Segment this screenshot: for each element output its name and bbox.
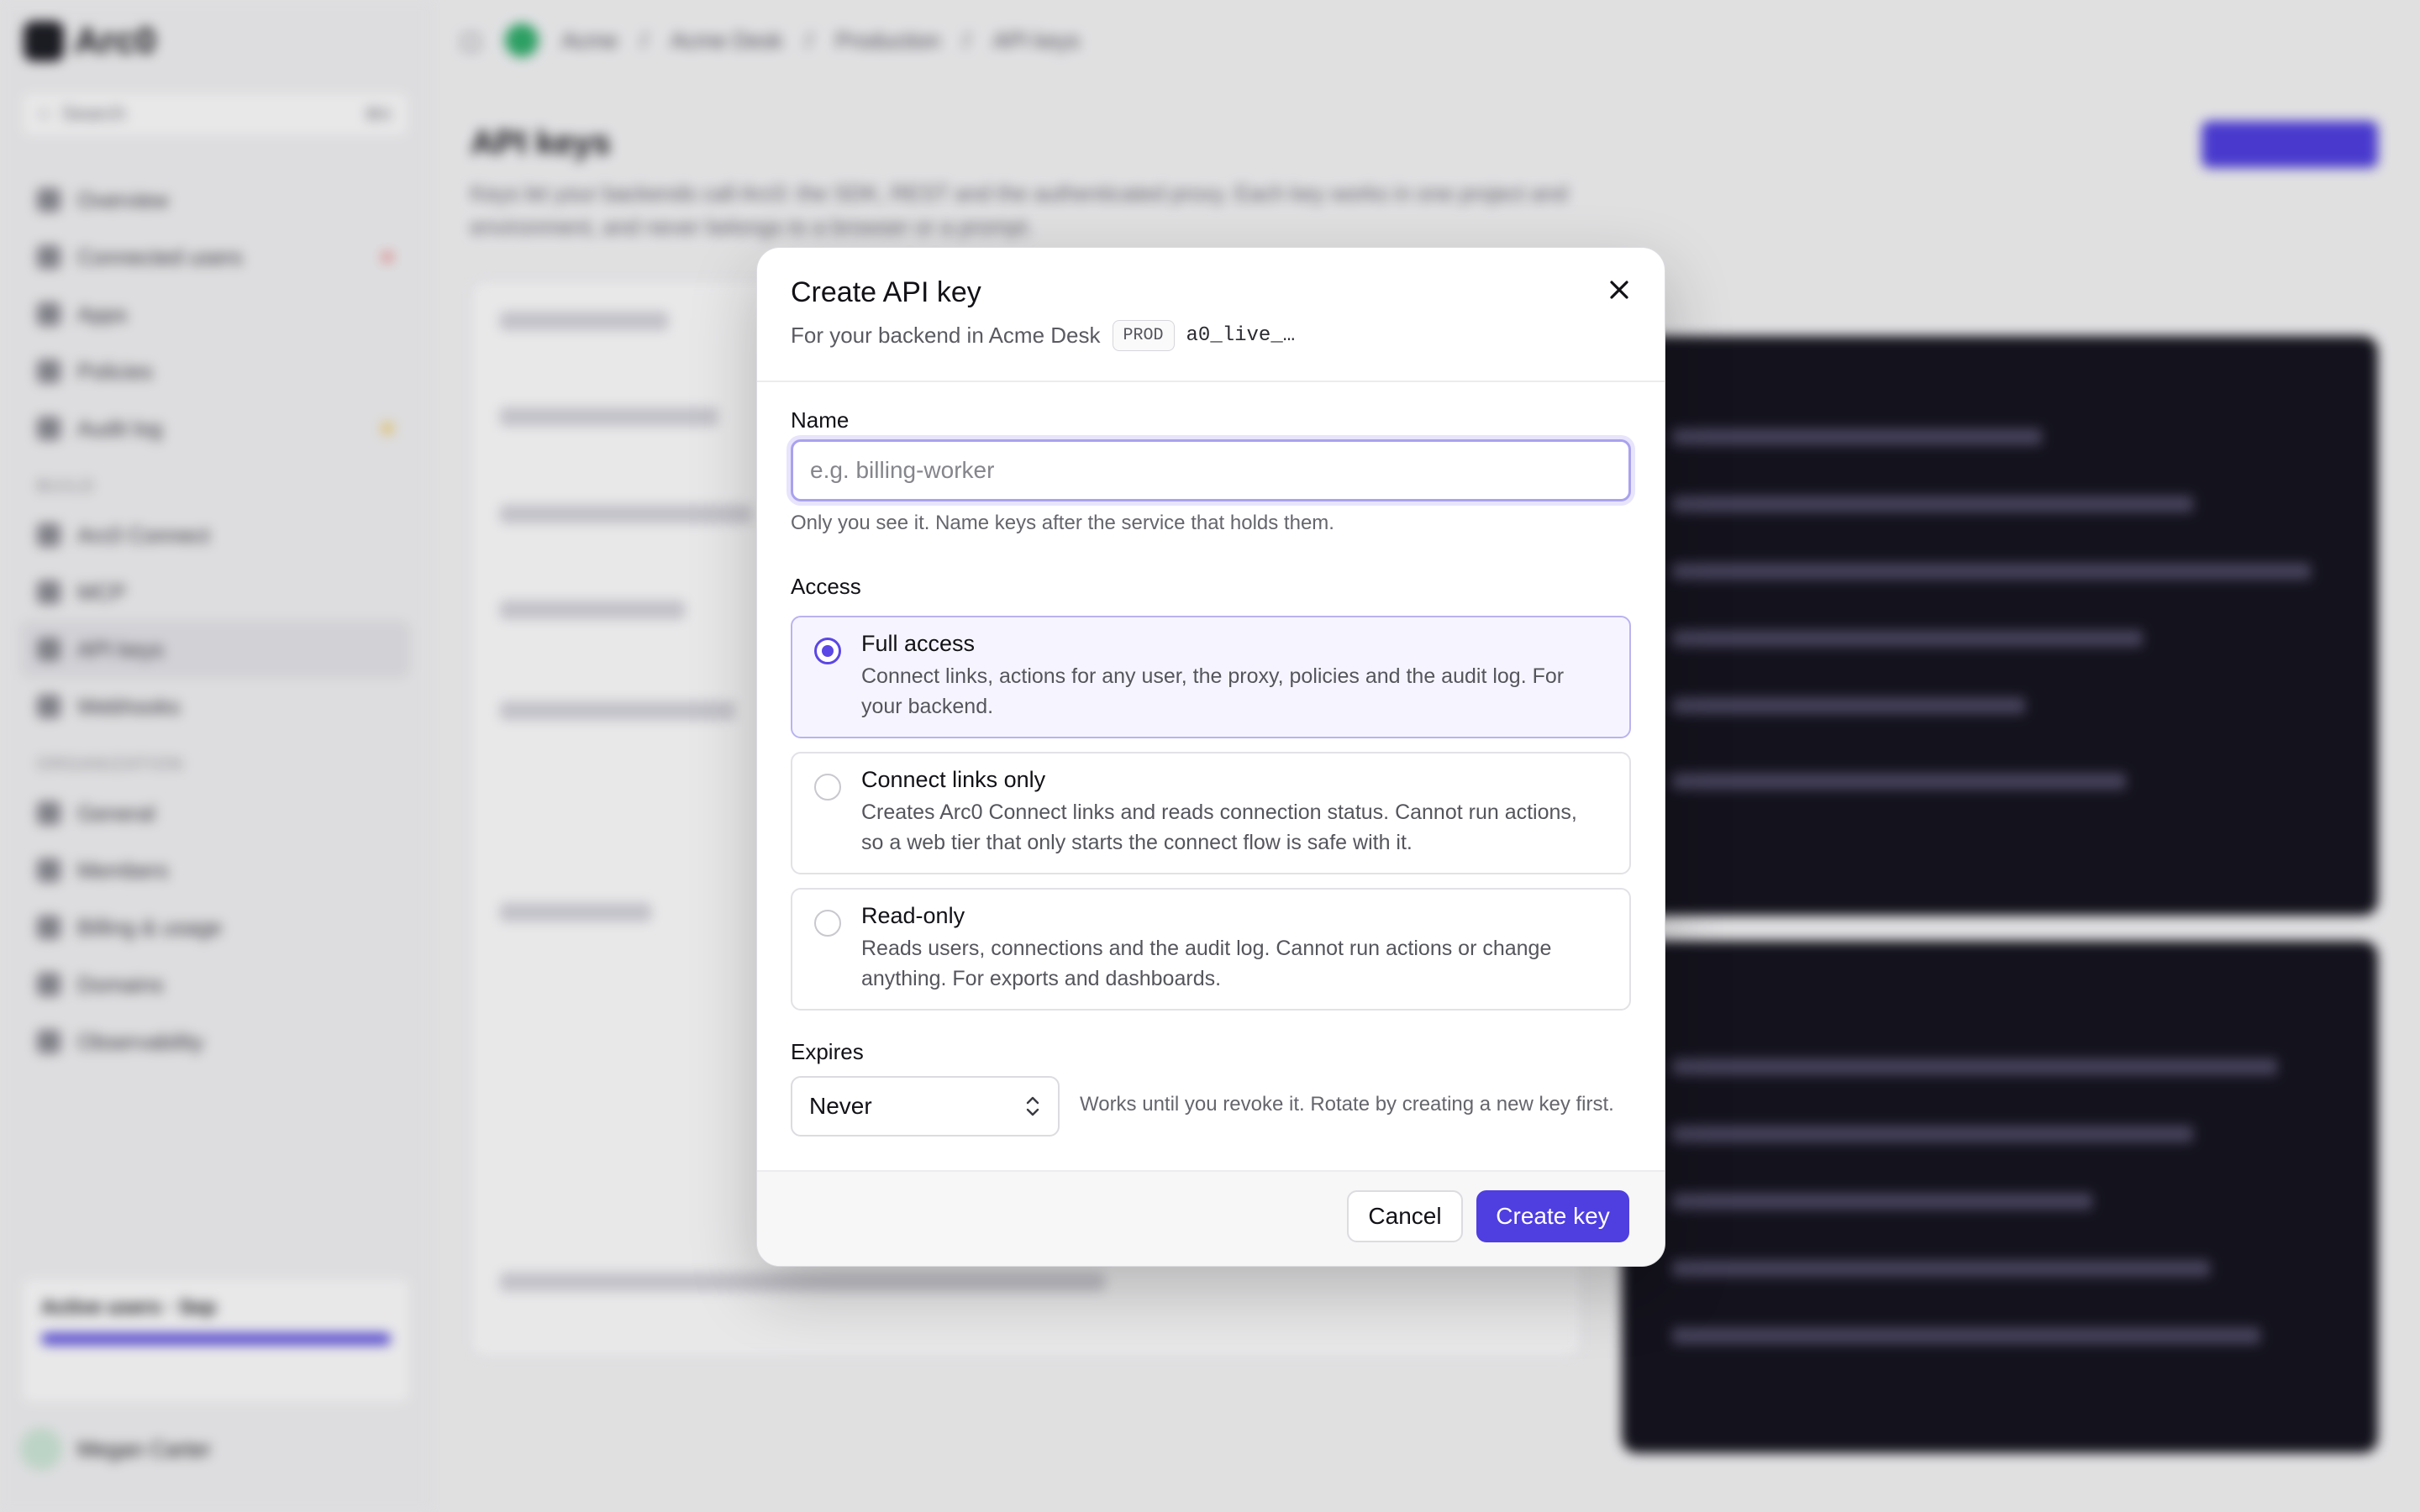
access-option-connect-links[interactable]: Connect links only Creates Arc0 Connect … <box>791 752 1631 874</box>
dialog-title: Create API key <box>791 276 981 308</box>
option-description: Creates Arc0 Connect links and reads con… <box>861 801 1577 854</box>
access-option-read-only[interactable]: Read-only Reads users, connections and t… <box>791 888 1631 1011</box>
option-title: Read-only <box>861 903 965 928</box>
name-help-text: Only you see it. Name keys after the ser… <box>791 512 1334 534</box>
option-description: Connect links, actions for any user, the… <box>861 664 1565 718</box>
expires-value: Never <box>809 1093 872 1119</box>
option-title: Connect links only <box>861 767 1046 792</box>
create-key-button[interactable]: Create key <box>1476 1190 1629 1242</box>
radio-read-only[interactable] <box>814 910 841 937</box>
access-option-full[interactable]: Full access Connect links, actions for a… <box>791 616 1631 738</box>
radio-connect-links-only[interactable] <box>814 774 841 801</box>
name-label: Name <box>791 407 850 433</box>
option-description: Reads users, connections and the audit l… <box>861 937 1552 990</box>
option-title: Full access <box>861 631 976 656</box>
dialog-subtitle: For your backend in Acme Desk PROD a0_li… <box>791 320 1295 351</box>
radio-full-access[interactable] <box>814 638 841 664</box>
expires-help-text: Works until you revoke it. Rotate by cre… <box>1080 1093 1614 1116</box>
access-label: Access <box>791 574 861 599</box>
dialog-subtitle-text: For your backend in Acme Desk <box>791 323 1101 348</box>
chevron-up-down-icon <box>1024 1095 1041 1118</box>
dialog-header: Create API key For your backend in Acme … <box>757 248 1665 382</box>
create-api-key-dialog: Create API key For your backend in Acme … <box>756 247 1665 1267</box>
cancel-button[interactable]: Cancel <box>1347 1190 1463 1242</box>
environment-badge: PROD <box>1112 320 1175 351</box>
dialog-footer: Cancel Create key <box>757 1170 1665 1266</box>
expires-label: Expires <box>791 1039 864 1064</box>
close-button[interactable] <box>1599 270 1639 310</box>
expires-select[interactable]: Never <box>791 1076 1060 1137</box>
name-input[interactable] <box>791 439 1631 501</box>
close-icon <box>1610 281 1628 299</box>
key-prefix: a0_live_… <box>1186 324 1296 347</box>
